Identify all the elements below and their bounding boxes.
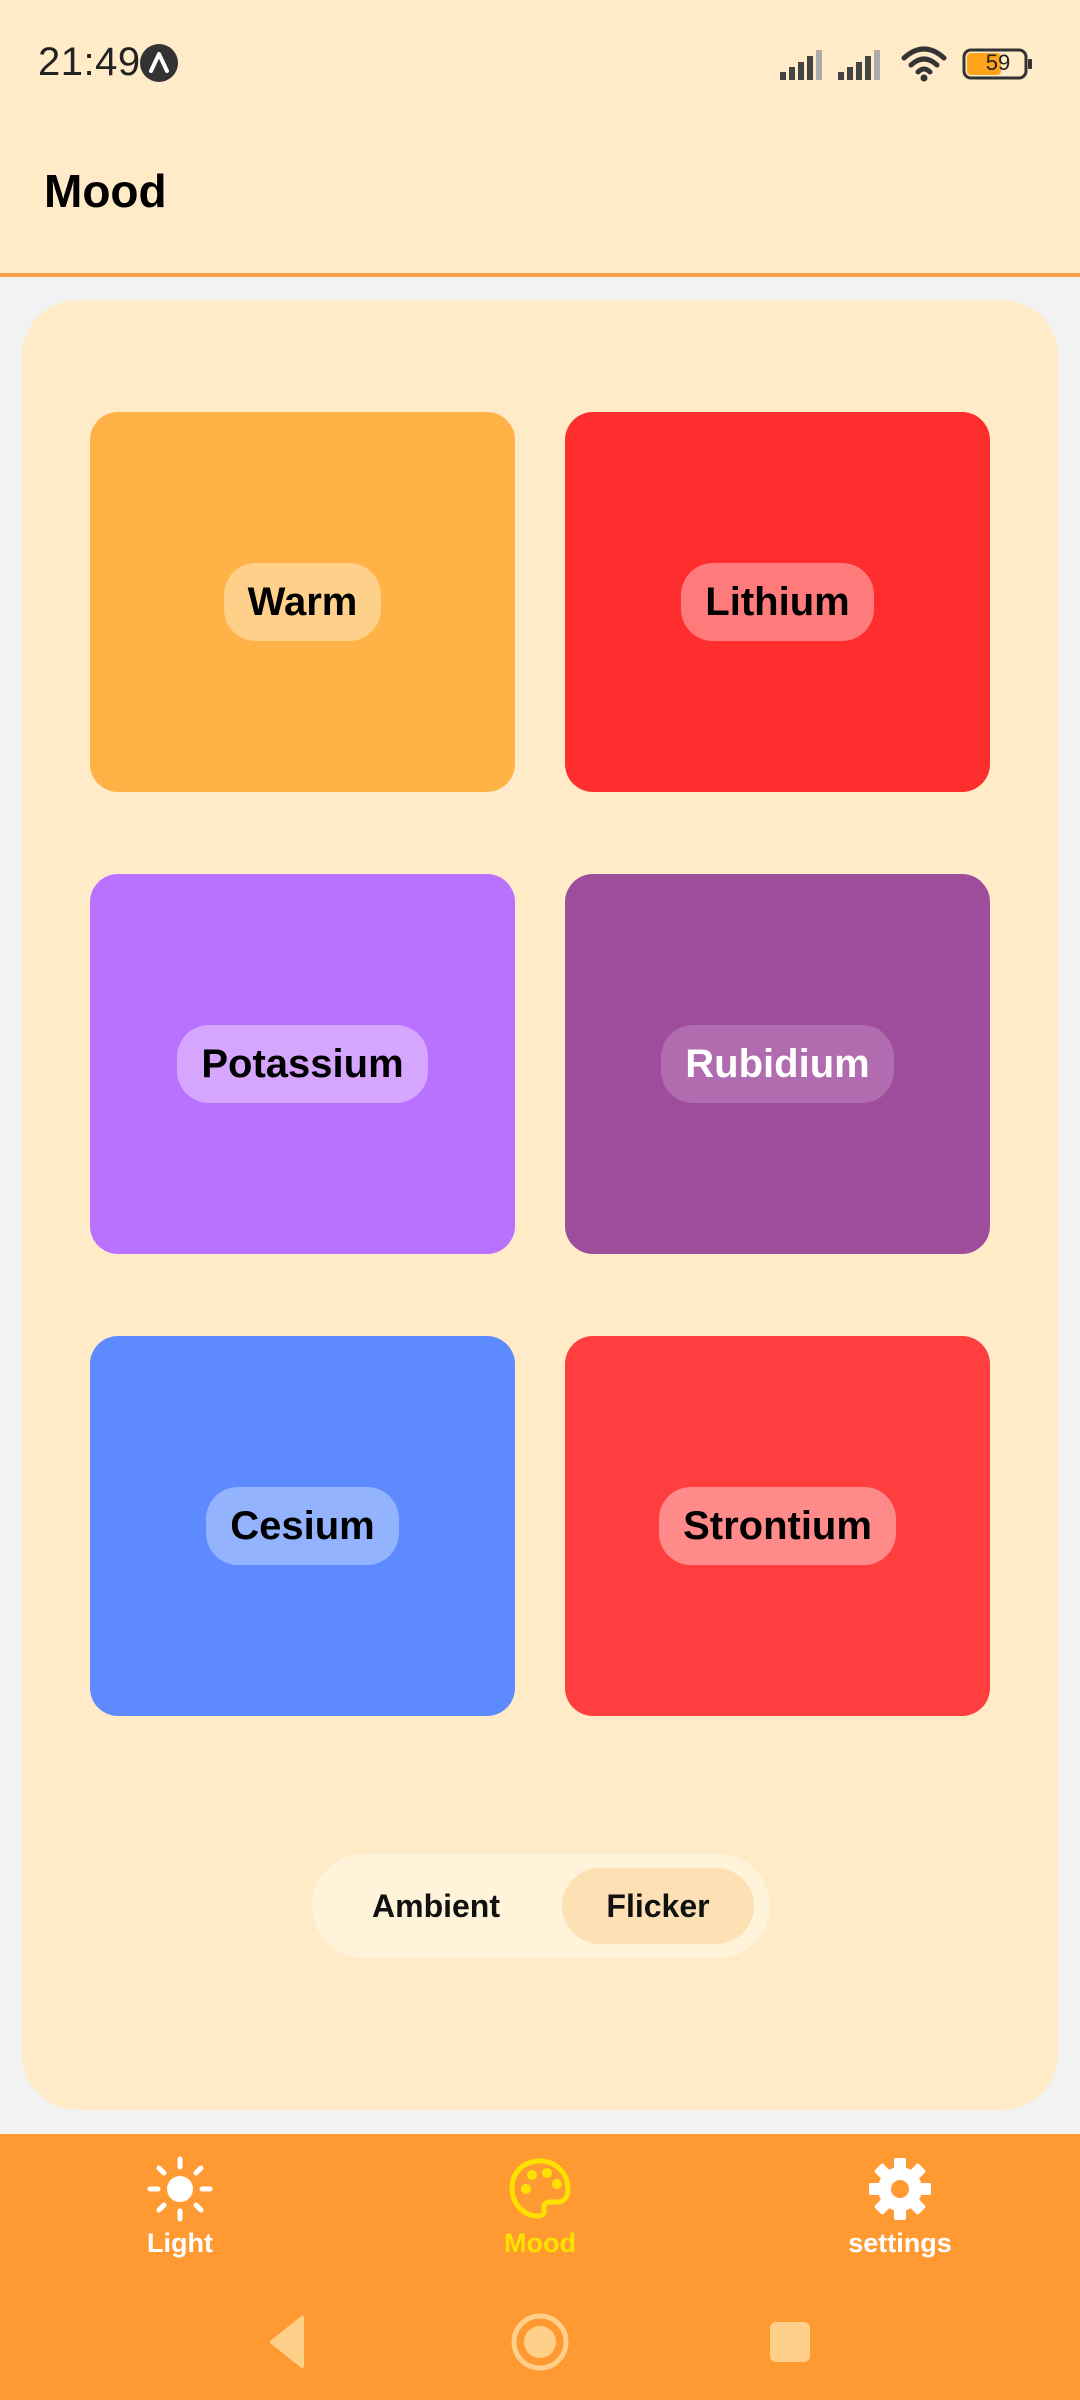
page-title: Mood: [44, 165, 167, 217]
back-icon[interactable]: [250, 2304, 326, 2380]
bottom-nav: Light Mood settings: [0, 2134, 1080, 2400]
tile-label: Lithium: [681, 563, 874, 641]
mood-panel: Warm Lithium Potassium Rubidium Cesium S…: [22, 300, 1058, 2110]
tile-label: Rubidium: [661, 1025, 894, 1103]
nav-item-light[interactable]: Light: [80, 2156, 280, 2276]
home-icon[interactable]: [502, 2304, 578, 2380]
status-time: 21:49: [38, 40, 141, 84]
mood-tile-rubidium[interactable]: Rubidium: [565, 874, 990, 1254]
tile-label: Potassium: [177, 1025, 428, 1103]
tile-label: Warm: [223, 563, 382, 641]
status-bar: 21:49 59: [0, 0, 1080, 128]
nav-item-mood[interactable]: Mood: [440, 2156, 640, 2276]
wifi-icon: [901, 46, 947, 82]
mode-toggle: Ambient Flicker: [312, 1854, 770, 1958]
gear-icon: [869, 2158, 931, 2220]
status-icons: 59: [780, 44, 1040, 84]
sun-icon: [147, 2156, 213, 2222]
mood-tile-warm[interactable]: Warm: [90, 412, 515, 792]
nav-label-mood: Mood: [504, 2228, 576, 2258]
mood-tile-lithium[interactable]: Lithium: [565, 412, 990, 792]
nav-label-settings: settings: [848, 2228, 952, 2258]
app-bar: Mood: [0, 128, 1080, 277]
system-nav-bar: [0, 2304, 1080, 2380]
mood-tile-strontium[interactable]: Strontium: [565, 1336, 990, 1716]
mood-tile-cesium[interactable]: Cesium: [90, 1336, 515, 1716]
mode-option-flicker[interactable]: Flicker: [562, 1868, 754, 1944]
nav-item-settings[interactable]: settings: [800, 2156, 1000, 2276]
mood-tile-potassium[interactable]: Potassium: [90, 874, 515, 1254]
cell-signal-icon: [780, 50, 822, 80]
app-notification-icon: [140, 44, 178, 82]
cell-signal-icon: [838, 50, 880, 80]
nav-label-light: Light: [147, 2228, 213, 2258]
tile-label: Cesium: [206, 1487, 399, 1565]
mode-option-ambient[interactable]: Ambient: [336, 1868, 536, 1944]
palette-icon: [509, 2158, 571, 2219]
battery-level: 59: [985, 50, 1011, 75]
recents-icon[interactable]: [752, 2304, 828, 2380]
tile-label: Strontium: [659, 1487, 896, 1565]
